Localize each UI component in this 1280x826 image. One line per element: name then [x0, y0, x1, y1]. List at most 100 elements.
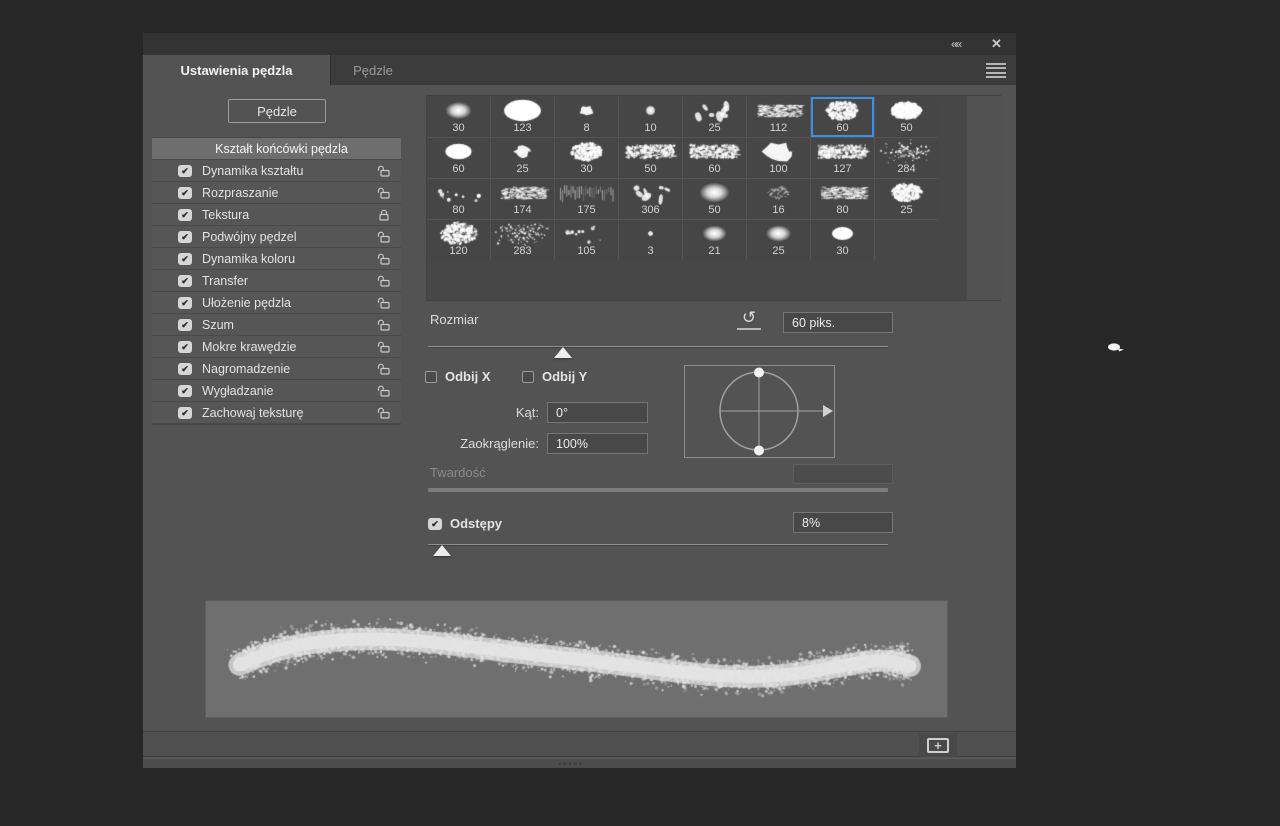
- flip-y-row: Odbij Y: [522, 369, 587, 384]
- reset-icon[interactable]: ↺: [737, 308, 761, 330]
- brush-preset-21-soft[interactable]: 21: [683, 220, 746, 260]
- brush-size-label: 50: [644, 163, 656, 175]
- size-slider-thumb[interactable]: [554, 347, 572, 358]
- roundness-input[interactable]: [547, 433, 648, 454]
- checkbox-wyg-adzanie[interactable]: ✔: [178, 385, 192, 397]
- brush-preset-60-spatter[interactable]: 60: [811, 97, 874, 137]
- flip-x-label: Odbij X: [445, 369, 491, 384]
- brush-thumbnail: [492, 221, 553, 246]
- sidebar-item-tekstura[interactable]: ✔Tekstura: [152, 204, 401, 226]
- resize-grip[interactable]: •••••: [551, 760, 591, 768]
- new-brush-button[interactable]: +: [919, 733, 957, 757]
- lock-open-icon[interactable]: [377, 406, 391, 420]
- lock-open-icon[interactable]: [377, 274, 391, 288]
- sidebar-item-dynamika-kszta-tu[interactable]: ✔Dynamika kształtu: [152, 160, 401, 182]
- tab-brushes[interactable]: Pędzle: [332, 55, 414, 85]
- checkbox-podw-jny-p-dzel[interactable]: ✔: [178, 231, 192, 243]
- sidebar-item-transfer[interactable]: ✔Transfer: [152, 270, 401, 292]
- brush-preset-123-hard[interactable]: 123: [491, 97, 554, 137]
- sidebar-item-wyg-adzanie[interactable]: ✔Wygładzanie: [152, 380, 401, 402]
- checkbox-dynamika-koloru[interactable]: ✔: [178, 253, 192, 265]
- brush-preset-50-fuzzy[interactable]: 50: [875, 97, 938, 137]
- checkbox-dynamika-kszta-tu[interactable]: ✔: [178, 165, 192, 177]
- checkbox-nagromadzenie[interactable]: ✔: [178, 363, 192, 375]
- collapse-panel-icon[interactable]: ««: [951, 35, 960, 53]
- angle-roundness-dial[interactable]: [684, 365, 835, 458]
- checkbox-rozpraszanie[interactable]: ✔: [178, 187, 192, 199]
- tab-brush-settings[interactable]: Ustawienia pędzla: [143, 55, 331, 85]
- spacing-checkbox[interactable]: ✔: [428, 518, 442, 530]
- brush-preset-284-spray[interactable]: 284: [875, 138, 938, 178]
- brush-preset-175-lines[interactable]: 175: [555, 179, 618, 219]
- checkbox-transfer[interactable]: ✔: [178, 275, 192, 287]
- brush-preset-25-blob[interactable]: 25: [491, 138, 554, 178]
- brush-thumbnail: [812, 180, 873, 205]
- brush-preset-283-spray[interactable]: 283: [491, 220, 554, 260]
- brush-preset-25-leaves[interactable]: 25: [683, 97, 746, 137]
- brush-preset-80-dots[interactable]: 80: [427, 179, 490, 219]
- lock-open-icon[interactable]: [377, 340, 391, 354]
- brush-preset-60-hard[interactable]: 60: [427, 138, 490, 178]
- brush-preset-105-dots[interactable]: 105: [555, 220, 618, 260]
- brush-preset-30-spatter[interactable]: 30: [555, 138, 618, 178]
- spacing-slider[interactable]: [428, 544, 888, 546]
- angle-input[interactable]: [547, 402, 648, 423]
- brush-preset-30-hard[interactable]: 30: [811, 220, 874, 260]
- brush-preset-16-faint[interactable]: 16: [747, 179, 810, 219]
- brush-preset-3-tiny[interactable]: 3: [619, 220, 682, 260]
- brush-preset-112-chalk[interactable]: 112: [747, 97, 810, 137]
- checkbox-u-o-enie-p-dzla[interactable]: ✔: [178, 297, 192, 309]
- brush-preset-8-blob[interactable]: 8: [555, 97, 618, 137]
- flip-y-checkbox[interactable]: [522, 371, 534, 383]
- brush-thumbnail: [620, 180, 681, 205]
- lock-open-icon[interactable]: [377, 230, 391, 244]
- close-panel-icon[interactable]: ✕: [991, 35, 1002, 53]
- checkbox-szum[interactable]: ✔: [178, 319, 192, 331]
- sidebar-item-u-o-enie-p-dzla[interactable]: ✔Ułożenie pędzla: [152, 292, 401, 314]
- lock-open-icon[interactable]: [377, 164, 391, 178]
- sidebar-item-mokre-kraw-dzie[interactable]: ✔Mokre krawędzie: [152, 336, 401, 358]
- sidebar-item-rozpraszanie[interactable]: ✔ Rozpraszanie: [152, 182, 401, 204]
- spacing-input[interactable]: [793, 512, 893, 533]
- brush-size-label: 21: [708, 245, 720, 257]
- brushes-button[interactable]: Pędzle: [228, 99, 326, 123]
- brush-preset-50-streak[interactable]: 50: [619, 138, 682, 178]
- brush-preset-25-soft[interactable]: 25: [747, 220, 810, 260]
- size-slider[interactable]: [428, 346, 888, 348]
- checkbox-mokre-kraw-dzie[interactable]: ✔: [178, 341, 192, 353]
- sidebar-item-dynamika-koloru[interactable]: ✔ Dynamika koloru: [152, 248, 401, 270]
- sidebar-item-label: Dynamika koloru: [202, 252, 295, 266]
- brush-preset-306-leaves[interactable]: 306: [619, 179, 682, 219]
- brush-preset-120-spatter[interactable]: 120: [427, 220, 490, 260]
- size-input[interactable]: [783, 312, 893, 333]
- brush-preset-10-tiny[interactable]: 10: [619, 97, 682, 137]
- lock-open-icon[interactable]: [377, 186, 391, 200]
- lock-open-icon[interactable]: [377, 296, 391, 310]
- brush-preset-174-chalk[interactable]: 174: [491, 179, 554, 219]
- brush-size-label: 60: [708, 163, 720, 175]
- sidebar-item-nagromadzenie[interactable]: ✔Nagromadzenie: [152, 358, 401, 380]
- lock-open-icon[interactable]: [377, 362, 391, 376]
- brush-preset-30-soft[interactable]: 30: [427, 97, 490, 137]
- brush-preset-50-soft[interactable]: 50: [683, 179, 746, 219]
- brush-preset-127-streak[interactable]: 127: [811, 138, 874, 178]
- panel-menu-icon[interactable]: [986, 63, 1006, 78]
- sidebar-item-szum[interactable]: ✔Szum: [152, 314, 401, 336]
- grid-scrollbar[interactable]: [967, 96, 1001, 300]
- sidebar-item-kszta-t-ko-c-wki-p-dzla[interactable]: Kształt końcówki pędzla: [152, 138, 401, 160]
- lock-closed-icon[interactable]: [377, 208, 391, 222]
- brush-preset-60-streak[interactable]: 60: [683, 138, 746, 178]
- sidebar-item-podw-jny-p-dzel[interactable]: ✔Podwójny pędzel: [152, 226, 401, 248]
- brush-preset-80-chalk[interactable]: 80: [811, 179, 874, 219]
- lock-open-icon[interactable]: [377, 318, 391, 332]
- checkbox-zachowaj-tekstur[interactable]: ✔: [178, 407, 192, 419]
- checkbox-tekstura[interactable]: ✔: [178, 209, 192, 221]
- lock-open-icon[interactable]: [377, 384, 391, 398]
- sidebar-item-label: Rozpraszanie: [202, 186, 278, 200]
- spacing-slider-thumb[interactable]: [433, 545, 451, 556]
- lock-open-icon[interactable]: [377, 252, 391, 266]
- brush-preset-100-blob[interactable]: 100: [747, 138, 810, 178]
- flip-x-checkbox[interactable]: [425, 371, 437, 383]
- brush-preset-25-spatter[interactable]: 25: [875, 179, 938, 219]
- sidebar-item-zachowaj-tekstur[interactable]: ✔Zachowaj teksturę: [152, 402, 401, 424]
